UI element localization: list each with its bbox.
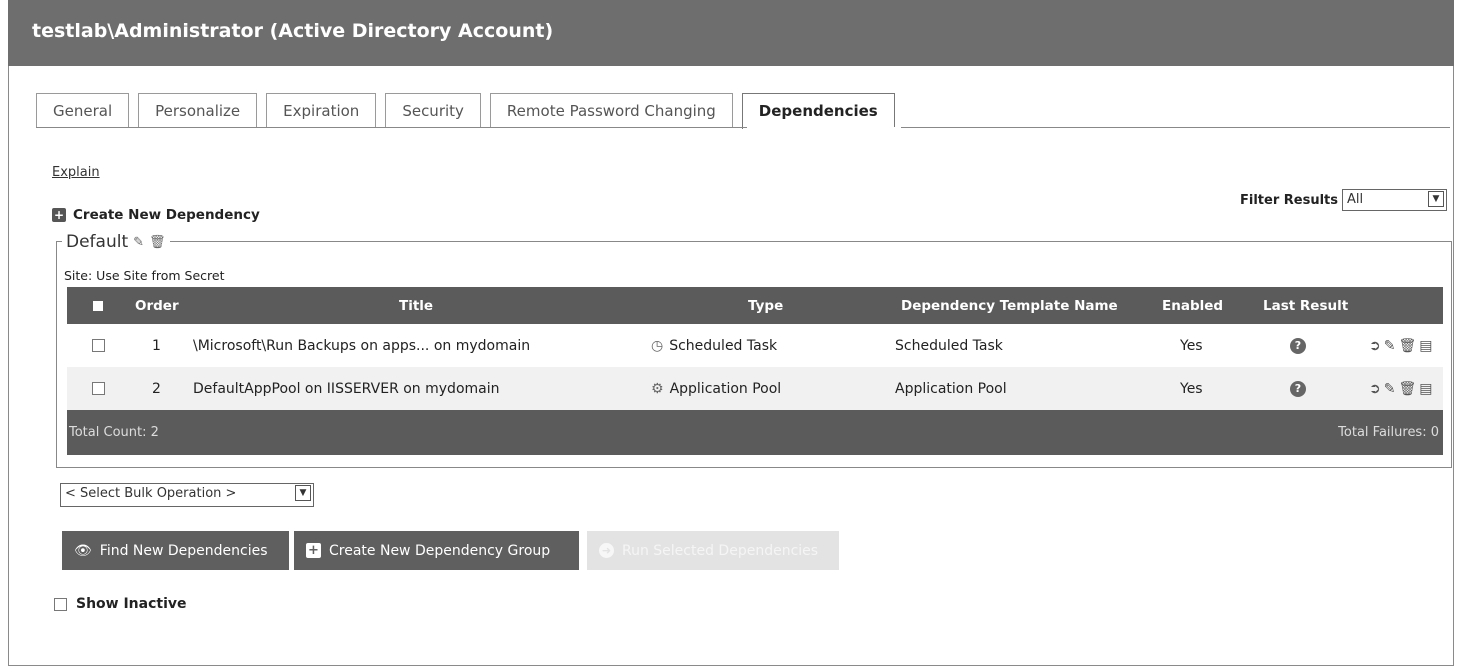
row-actions: ➲ ✎ 🗑 ▤	[1369, 338, 1432, 354]
create-new-dependency-group-button[interactable]: + Create New Dependency Group	[294, 531, 579, 570]
row-type-label: Application Pool	[669, 380, 782, 397]
show-inactive-label: Show Inactive	[76, 596, 187, 612]
tab-personalize[interactable]: Personalize	[138, 93, 258, 127]
clock-icon: ◷	[651, 337, 664, 354]
row-template-name: Application Pool	[895, 380, 1007, 397]
dependency-group-legend: Default ✎ 🗑	[62, 232, 170, 252]
column-template-name[interactable]: Dependency Template Name	[901, 287, 1118, 324]
show-inactive-toggle[interactable]: Show Inactive	[54, 596, 187, 612]
log-icon[interactable]: ▤	[1419, 338, 1432, 354]
run-icon[interactable]: ➲	[1369, 338, 1381, 354]
trash-icon[interactable]: 🗑	[1398, 338, 1416, 354]
filter-results: Filter Results All ▼	[1240, 189, 1447, 211]
question-icon: ?	[1290, 337, 1306, 354]
grid-footer: Total Count: 2 Total Failures: 0	[67, 410, 1443, 455]
eye-icon: 👁	[74, 542, 92, 559]
tab-dependencies[interactable]: Dependencies	[741, 93, 895, 129]
tab-security[interactable]: Security	[385, 93, 481, 127]
run-selected-dependencies-button[interactable]: ➜ Run Selected Dependencies	[587, 531, 839, 570]
plus-icon: +	[52, 208, 66, 222]
row-actions: ➲ ✎ 🗑 ▤	[1369, 381, 1432, 397]
column-last-result[interactable]: Last Result	[1263, 287, 1348, 324]
pencil-icon[interactable]: ✎	[133, 235, 144, 250]
column-type[interactable]: Type	[748, 287, 783, 324]
bulk-operation-value: < Select Bulk Operation >	[65, 486, 237, 501]
trash-icon[interactable]: 🗑	[1398, 381, 1416, 397]
run-icon: ➜	[599, 543, 614, 558]
table-row[interactable]: 2 DefaultAppPool on IISSERVER on mydomai…	[67, 367, 1443, 410]
dependency-group-name: Default	[66, 232, 129, 252]
row-title[interactable]: \Microsoft\Run Backups on apps... on myd…	[193, 324, 530, 367]
row-order: 1	[152, 337, 161, 354]
chevron-down-icon: ▼	[295, 485, 311, 501]
table-row[interactable]: 1 \Microsoft\Run Backups on apps... on m…	[67, 324, 1443, 367]
row-type: ◷ Scheduled Task	[651, 324, 777, 367]
run-selected-dependencies-label: Run Selected Dependencies	[622, 542, 819, 559]
plus-icon: +	[306, 543, 321, 558]
log-icon[interactable]: ▤	[1419, 381, 1432, 397]
pencil-icon[interactable]: ✎	[1384, 338, 1396, 354]
tab-divider	[36, 127, 1450, 128]
tab-general[interactable]: General	[36, 93, 130, 127]
grid-header: Order Title Type Dependency Template Nam…	[67, 287, 1443, 324]
filter-results-value: All	[1347, 192, 1364, 207]
column-order[interactable]: Order	[135, 287, 179, 324]
select-all-checkbox[interactable]	[93, 300, 103, 311]
create-new-dependency-link[interactable]: + Create New Dependency	[52, 207, 260, 223]
row-enabled: Yes	[1180, 337, 1203, 354]
column-title[interactable]: Title	[399, 287, 433, 324]
find-new-dependencies-button[interactable]: 👁 Find New Dependencies	[62, 531, 289, 570]
total-count: Total Count: 2	[69, 425, 159, 440]
filter-results-select[interactable]: All ▼	[1342, 189, 1447, 211]
group-site: Site: Use Site from Secret	[64, 268, 225, 283]
tab-remote-password-changing[interactable]: Remote Password Changing	[489, 93, 733, 127]
explain-link[interactable]: Explain	[52, 165, 100, 180]
dialog-title: testlab\Administrator (Active Directory …	[8, 0, 1454, 66]
row-title[interactable]: DefaultAppPool on IISSERVER on mydomain	[193, 367, 500, 410]
find-new-dependencies-label: Find New Dependencies	[99, 542, 268, 559]
total-failures: Total Failures: 0	[1338, 425, 1439, 440]
row-checkbox[interactable]	[92, 382, 105, 395]
create-new-dependency-label: Create New Dependency	[73, 207, 260, 223]
row-order: 2	[152, 380, 161, 397]
app-pool-icon: ⚙	[651, 380, 664, 397]
row-enabled: Yes	[1180, 380, 1203, 397]
tab-strip: General Personalize Expiration Security …	[36, 93, 904, 129]
question-icon: ?	[1290, 380, 1306, 397]
bulk-operation-select[interactable]: < Select Bulk Operation > ▼	[60, 483, 314, 507]
row-checkbox[interactable]	[92, 339, 105, 352]
tab-expiration[interactable]: Expiration	[266, 93, 377, 127]
create-new-dependency-group-label: Create New Dependency Group	[329, 542, 551, 559]
row-type: ⚙ Application Pool	[651, 367, 781, 410]
trash-icon[interactable]: 🗑	[149, 235, 166, 250]
chevron-down-icon: ▼	[1428, 191, 1444, 207]
show-inactive-checkbox[interactable]	[54, 597, 67, 611]
run-icon[interactable]: ➲	[1369, 381, 1381, 397]
row-template-name: Scheduled Task	[895, 337, 1003, 354]
row-type-label: Scheduled Task	[669, 337, 778, 354]
pencil-icon[interactable]: ✎	[1384, 381, 1396, 397]
column-enabled[interactable]: Enabled	[1162, 287, 1223, 324]
filter-results-label: Filter Results	[1240, 192, 1338, 208]
dependency-grid: Order Title Type Dependency Template Nam…	[67, 287, 1443, 455]
